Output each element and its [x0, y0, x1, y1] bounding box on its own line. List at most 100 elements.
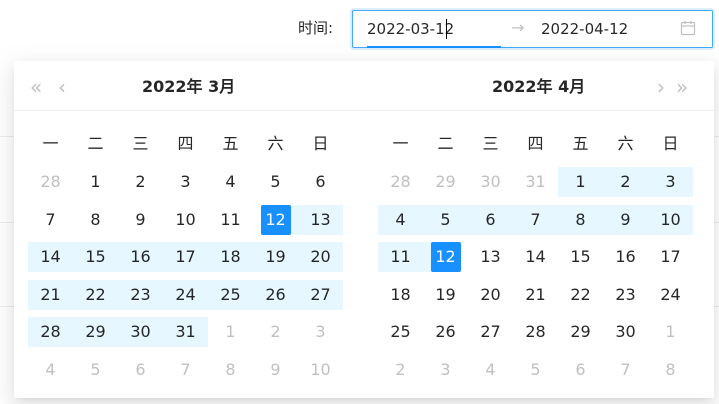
date-cell-in-range[interactable]: 31	[163, 317, 208, 347]
date-cell-label: 11	[220, 209, 241, 229]
date-cell-in-range[interactable]: 28	[28, 317, 73, 347]
date-cell-label: 23	[130, 284, 151, 304]
date-cell-in-range[interactable]: 27	[298, 279, 343, 310]
date-cell[interactable]: 2	[118, 167, 163, 197]
date-cell-in-range[interactable]: 17	[163, 242, 208, 272]
date-cell[interactable]: 14	[513, 242, 558, 272]
date-cell[interactable]: 21	[513, 280, 558, 310]
date-cell-in-range[interactable]: 7	[513, 204, 558, 235]
date-cell[interactable]: 4	[468, 355, 513, 385]
date-cell-in-range[interactable]: 14	[28, 242, 73, 272]
date-cell[interactable]: 10	[163, 205, 208, 235]
super-prev-year-icon[interactable]: «	[30, 75, 42, 99]
date-cell[interactable]: 11	[208, 205, 253, 235]
date-cell[interactable]: 8	[648, 355, 693, 385]
date-cell[interactable]: 3	[423, 355, 468, 385]
date-cell[interactable]: 28	[378, 167, 423, 197]
start-date-input[interactable]: 2022-03-12	[367, 19, 454, 39]
date-cell[interactable]: 7	[603, 355, 648, 385]
date-cell-in-range[interactable]: 1	[558, 167, 603, 197]
date-cell[interactable]: 16	[603, 242, 648, 272]
date-cell[interactable]: 3	[163, 167, 208, 197]
date-cell-in-range[interactable]: 29	[73, 317, 118, 347]
date-cell[interactable]: 29	[423, 167, 468, 197]
date-cell[interactable]: 25	[378, 317, 423, 347]
date-cell-in-range[interactable]: 10	[648, 204, 693, 235]
date-cell-label: 22	[570, 284, 591, 304]
date-cell-label: 8	[665, 359, 676, 379]
date-cell-in-range[interactable]: 5	[423, 204, 468, 235]
date-cell-selected[interactable]: 12	[253, 204, 298, 235]
date-cell[interactable]: 30	[603, 317, 648, 347]
date-cell[interactable]: 5	[73, 355, 118, 385]
date-cell[interactable]: 22	[558, 280, 603, 310]
date-cell[interactable]: 31	[513, 167, 558, 197]
date-range-picker-input[interactable]: 2022-03-12 → 2022-04-12	[352, 10, 713, 48]
date-cell-in-range[interactable]: 11	[378, 242, 423, 272]
panel-title-month[interactable]: 2022年 3月	[142, 75, 235, 99]
date-cell[interactable]: 1	[648, 317, 693, 347]
date-cell-in-range[interactable]: 2	[603, 167, 648, 197]
date-cell[interactable]: 6	[118, 355, 163, 385]
date-cell-in-range[interactable]: 13	[298, 204, 343, 235]
date-cell-label: 7	[45, 209, 56, 229]
date-cell-selected[interactable]: 12	[423, 242, 468, 272]
date-cell[interactable]: 27	[468, 317, 513, 347]
date-cell[interactable]: 15	[558, 242, 603, 272]
date-cell[interactable]: 3	[298, 317, 343, 347]
date-cell-in-range[interactable]: 24	[163, 279, 208, 310]
date-cell[interactable]: 4	[28, 355, 73, 385]
date-cell[interactable]: 10	[298, 355, 343, 385]
date-cell-in-range[interactable]: 23	[118, 279, 163, 310]
date-cell[interactable]: 2	[253, 317, 298, 347]
date-cell[interactable]: 13	[468, 242, 513, 272]
date-cell-in-range[interactable]: 22	[73, 279, 118, 310]
date-cell-in-range[interactable]: 30	[118, 317, 163, 347]
date-cell[interactable]: 8	[208, 355, 253, 385]
date-cell[interactable]: 19	[423, 280, 468, 310]
date-cell[interactable]: 26	[423, 317, 468, 347]
date-cell[interactable]: 8	[73, 205, 118, 235]
date-cell-in-range[interactable]: 4	[378, 204, 423, 235]
prev-month-icon[interactable]: ‹	[58, 75, 66, 99]
date-cell[interactable]: 7	[28, 205, 73, 235]
date-cell-in-range[interactable]: 3	[648, 167, 693, 197]
date-cell[interactable]: 1	[73, 167, 118, 197]
super-next-year-icon[interactable]: »	[676, 75, 688, 99]
date-cell[interactable]: 7	[163, 355, 208, 385]
date-cell-in-range[interactable]: 25	[208, 279, 253, 310]
date-cell[interactable]: 1	[208, 317, 253, 347]
date-cell-in-range[interactable]: 19	[253, 242, 298, 272]
panel-title-month[interactable]: 2022年 4月	[492, 75, 585, 99]
date-cell[interactable]: 24	[648, 280, 693, 310]
date-cell[interactable]: 5	[513, 355, 558, 385]
date-cell-in-range[interactable]: 16	[118, 242, 163, 272]
date-cell[interactable]: 18	[378, 280, 423, 310]
date-cell[interactable]: 29	[558, 317, 603, 347]
date-cell-in-range[interactable]: 21	[28, 279, 73, 310]
date-cell[interactable]: 17	[648, 242, 693, 272]
date-cell[interactable]: 6	[298, 167, 343, 197]
date-cell-in-range[interactable]: 26	[253, 279, 298, 310]
date-cell-in-range[interactable]: 6	[468, 204, 513, 235]
date-cell-in-range[interactable]: 18	[208, 242, 253, 272]
date-cell[interactable]: 4	[208, 167, 253, 197]
date-cell[interactable]: 9	[253, 355, 298, 385]
date-cell-in-range[interactable]: 15	[73, 242, 118, 272]
date-cell[interactable]: 6	[558, 355, 603, 385]
time-field-label: 时间:	[298, 19, 334, 37]
date-cell[interactable]: 20	[468, 280, 513, 310]
date-cell[interactable]: 28	[28, 167, 73, 197]
next-month-icon[interactable]: ›	[657, 75, 665, 99]
end-date-input[interactable]: 2022-04-12	[541, 19, 628, 39]
date-cell-in-range[interactable]: 8	[558, 204, 603, 235]
date-cell[interactable]: 2	[378, 355, 423, 385]
date-cell[interactable]: 23	[603, 280, 648, 310]
date-cell-label: 6	[575, 359, 586, 379]
date-cell[interactable]: 30	[468, 167, 513, 197]
date-cell[interactable]: 5	[253, 167, 298, 197]
date-cell[interactable]: 28	[513, 317, 558, 347]
date-cell-in-range[interactable]: 20	[298, 242, 343, 272]
date-cell-in-range[interactable]: 9	[603, 204, 648, 235]
date-cell[interactable]: 9	[118, 205, 163, 235]
